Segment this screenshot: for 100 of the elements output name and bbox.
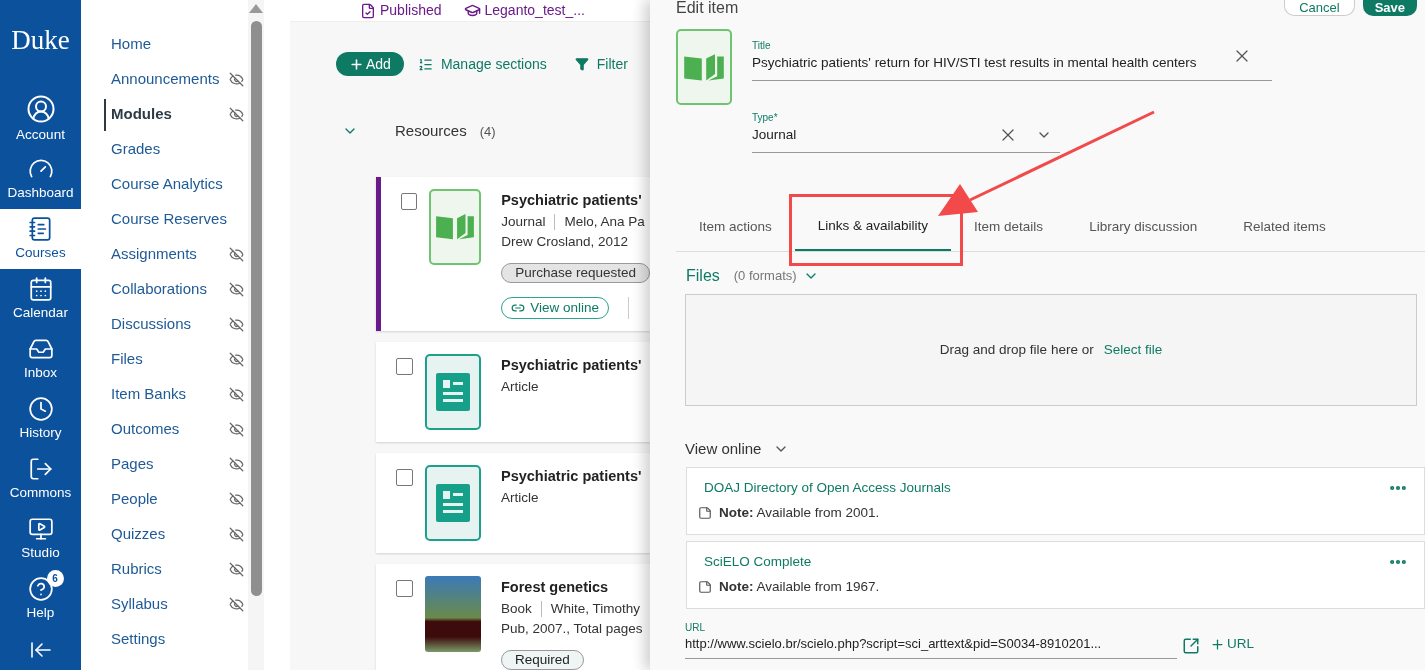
file-drop-zone[interactable]: Drag and drop file here or Select file xyxy=(685,294,1417,406)
nav-item[interactable]: Studio xyxy=(0,509,81,569)
tab[interactable]: Related items xyxy=(1220,203,1349,251)
status-tag: Required xyxy=(501,649,584,670)
checkbox[interactable] xyxy=(396,579,413,597)
logo[interactable]: Duke xyxy=(11,24,70,89)
resource-title[interactable]: Psychiatric patients' xyxy=(501,353,642,376)
course-nav-link[interactable]: Course Reserves xyxy=(106,203,227,236)
external-link-icon[interactable] xyxy=(1182,636,1200,655)
resource-title[interactable]: Psychiatric patients' xyxy=(501,188,650,211)
files-heading: Files xyxy=(686,266,720,286)
nav-label: Studio xyxy=(21,544,60,562)
course-nav-link[interactable]: Pages xyxy=(106,448,154,481)
checkbox[interactable] xyxy=(396,357,413,375)
help-icon xyxy=(27,576,54,602)
manage-sections-button[interactable]: Manage sections xyxy=(417,53,547,75)
course-nav-link[interactable]: Settings xyxy=(106,623,166,656)
tab[interactable]: Item details xyxy=(951,203,1067,251)
course-nav-link[interactable]: Announcements xyxy=(106,63,220,96)
resource-details: Pub, 2007., Total pages xyxy=(501,619,643,638)
resource-author: Melo, Ana Pa xyxy=(564,212,645,231)
filter-button[interactable]: Filter xyxy=(574,53,628,75)
files-count: (0 formats) xyxy=(733,267,797,286)
resource-card[interactable]: Psychiatric patients' Article xyxy=(376,341,650,442)
course-nav-link[interactable]: Modules xyxy=(104,98,172,131)
save-button[interactable]: Save xyxy=(1362,0,1417,16)
document-icon xyxy=(436,483,470,522)
resource-card[interactable]: Psychiatric patients' Journal Melo, Ana Pa Drew Crosland, 2012 Purchase requested View online xyxy=(376,176,650,331)
nav-label: Calendar xyxy=(13,304,68,322)
status-tag: Purchase requested xyxy=(501,262,650,283)
resource-title[interactable]: Psychiatric patients' xyxy=(501,464,642,487)
course-nav-link[interactable]: Course Analytics xyxy=(106,168,223,201)
resource-author: White, Timothy xyxy=(550,599,641,618)
tab[interactable]: Library discussion xyxy=(1066,203,1221,251)
plus-icon xyxy=(349,56,364,72)
course-nav-link[interactable]: Home xyxy=(106,28,151,61)
select-file-link[interactable]: Select file xyxy=(1103,339,1163,361)
course-nav-link[interactable]: Syllabus xyxy=(106,588,168,621)
checkbox[interactable] xyxy=(396,468,413,486)
resource-type: Article xyxy=(501,377,539,396)
checkbox[interactable] xyxy=(401,192,417,210)
resource-card[interactable]: Psychiatric patients' Article xyxy=(376,452,650,553)
resource-type: Article xyxy=(501,488,539,507)
plus-icon xyxy=(1210,636,1225,652)
course-nav-link[interactable]: Outcomes xyxy=(106,413,180,446)
resource-card[interactable]: Forest genetics Book White, Timothy Pub, 2007., Total pages Required xyxy=(376,563,650,670)
document-check-icon xyxy=(360,2,376,19)
nav-item[interactable]: Commons xyxy=(0,449,81,509)
resource-title[interactable]: Forest genetics xyxy=(501,575,643,598)
graduation-cap-icon xyxy=(463,2,481,19)
course-nav-link[interactable]: Quizzes xyxy=(106,518,166,551)
nav-label: Help xyxy=(26,604,55,622)
nav-label: Account xyxy=(16,126,65,144)
course-nav-link[interactable]: Files xyxy=(106,343,143,376)
nav-item[interactable]: Courses xyxy=(0,209,81,269)
calendar-icon xyxy=(27,276,54,302)
resource-link[interactable]: SciELO Complete xyxy=(698,552,812,573)
drop-instructions: Drag and drop file here or xyxy=(939,340,1094,359)
add-button[interactable]: Add xyxy=(336,52,404,76)
sort-list-icon xyxy=(417,56,433,72)
filter-icon xyxy=(574,57,589,71)
monitor-icon xyxy=(27,516,54,542)
nav-item[interactable]: Account xyxy=(0,89,81,149)
input-field[interactable]: Journal xyxy=(752,124,998,146)
scrollbar[interactable] xyxy=(248,0,264,670)
tab[interactable]: Item actions xyxy=(676,203,795,251)
course-nav-link[interactable]: Discussions xyxy=(106,308,192,341)
document-icon xyxy=(436,372,470,411)
course-nav-link[interactable]: Rubrics xyxy=(106,553,162,586)
note-text: Note: Available from 2001. xyxy=(719,503,880,522)
field-label: Type* xyxy=(752,111,779,124)
course-nav-link[interactable]: Collaborations xyxy=(106,273,207,306)
field-label: URL xyxy=(685,620,706,634)
url-input-field[interactable]: http://www.scielo.br/scielo.php?script=sci_arttext&pid=S0034-8910201... xyxy=(685,633,1177,654)
course-nav-link[interactable]: Item Banks xyxy=(106,378,187,411)
nav-item[interactable]: Inbox xyxy=(0,329,81,389)
course-name[interactable]: Leganto_test_... xyxy=(484,0,585,21)
nav-item[interactable]: History xyxy=(0,389,81,449)
resource-link[interactable]: DOAJ Directory of Open Access Journals xyxy=(698,478,951,499)
section-count: (4) xyxy=(479,122,496,141)
cancel-button[interactable]: Cancel xyxy=(1284,0,1355,16)
input-field[interactable]: Psychiatric patients' return for HIV/STI test results in mental health centers xyxy=(752,52,1232,74)
resource-details: Drew Crosland, 2012 xyxy=(501,232,629,251)
nav-item[interactable]: Calendar xyxy=(0,269,81,329)
open-book-icon xyxy=(682,51,726,83)
nav-item[interactable]: 6 Help xyxy=(0,569,81,629)
notification-badge: 6 xyxy=(46,570,64,587)
note-icon xyxy=(698,505,712,520)
add-url-button[interactable]: URL xyxy=(1210,634,1254,655)
nav-label: Dashboard xyxy=(7,184,74,202)
note-text: Note: Available from 1967. xyxy=(719,577,880,596)
course-nav-link[interactable]: Assignments xyxy=(106,238,197,271)
nav-label: Commons xyxy=(9,484,72,502)
nav-item[interactable]: Dashboard xyxy=(0,149,81,209)
course-nav-link[interactable]: People xyxy=(106,483,158,516)
inbox-icon xyxy=(27,336,54,362)
account-icon xyxy=(25,94,56,124)
course-nav-link[interactable]: Grades xyxy=(106,133,161,166)
resource-type: Book xyxy=(501,599,532,618)
panel-heading: Edit item xyxy=(676,0,739,16)
